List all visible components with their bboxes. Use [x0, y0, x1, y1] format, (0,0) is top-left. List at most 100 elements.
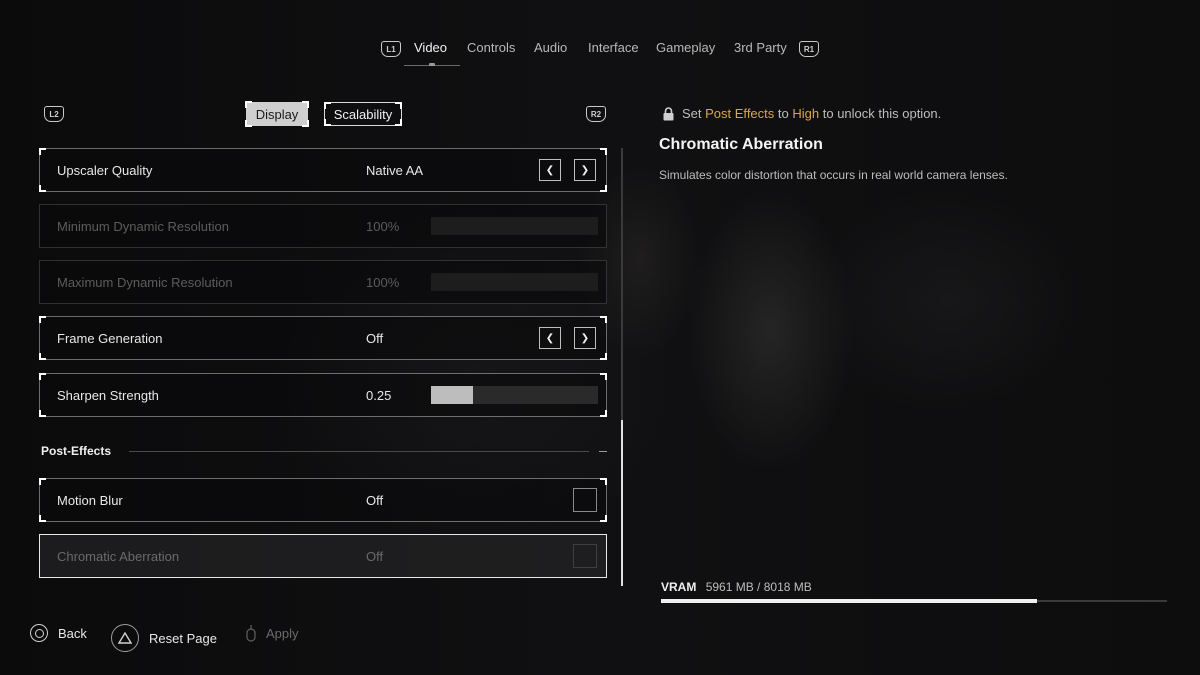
- apply-label: Apply: [266, 625, 299, 641]
- arrow-left-button[interactable]: ❮: [539, 159, 561, 181]
- lock-notice: Set Post Effects to High to unlock this …: [663, 106, 941, 121]
- touchpad-icon: [246, 625, 256, 642]
- setting-value: Off: [366, 549, 384, 564]
- tab-3rd-party[interactable]: 3rd Party: [734, 40, 787, 55]
- lock-text-suffix: to unlock this option.: [822, 106, 942, 121]
- lock-icon: [663, 106, 674, 120]
- corner-bracket: [324, 119, 331, 126]
- setting-row-chromatic-aberration[interactable]: Chromatic Aberration Off: [39, 534, 607, 578]
- reset-page-button[interactable]: Reset Page: [111, 624, 217, 652]
- lock-text-middle: to: [777, 106, 789, 121]
- checkbox[interactable]: [573, 488, 597, 512]
- vram-bar-fill: [661, 599, 1037, 603]
- setting-value: Native AA: [366, 163, 424, 178]
- setting-row-max-dynamic-resolution: Maximum Dynamic Resolution 100%: [39, 260, 607, 304]
- setting-label: Motion Blur: [57, 493, 123, 508]
- setting-label: Frame Generation: [57, 331, 163, 346]
- setting-label: Minimum Dynamic Resolution: [57, 219, 229, 234]
- vram-value: 5961 MB / 8018 MB: [705, 580, 812, 594]
- slider-track[interactable]: [431, 386, 598, 404]
- corner-bracket: [39, 353, 46, 360]
- back-button[interactable]: Back: [30, 624, 87, 642]
- checkbox[interactable]: [573, 544, 597, 568]
- slider-track: [431, 217, 598, 235]
- chevron-right-icon: ❯: [580, 164, 590, 176]
- top-nav: L1 Video Controls Audio Interface Gamepl…: [0, 36, 1200, 76]
- setting-value: 100%: [366, 219, 400, 234]
- corner-bracket: [245, 101, 252, 108]
- circle-button-icon: [30, 624, 48, 642]
- chevron-right-icon: ❯: [580, 332, 590, 344]
- corner-bracket: [324, 102, 331, 109]
- arrow-right-button[interactable]: ❯: [574, 159, 596, 181]
- l1-button-icon[interactable]: L1: [381, 41, 401, 57]
- vram-readout: VRAM 5961 MB / 8018 MB: [661, 580, 812, 594]
- corner-bracket: [600, 185, 607, 192]
- corner-bracket: [39, 373, 46, 380]
- setting-row-sharpen-strength[interactable]: Sharpen Strength 0.25: [39, 373, 607, 417]
- lock-text-prefix: Set: [682, 106, 702, 121]
- corner-bracket: [39, 410, 46, 417]
- triangle-button-icon: [111, 624, 139, 652]
- arrow-right-button[interactable]: ❯: [574, 327, 596, 349]
- r1-button-icon[interactable]: R1: [799, 41, 819, 57]
- corner-bracket: [600, 316, 607, 323]
- arrow-left-button[interactable]: ❮: [539, 327, 561, 349]
- corner-bracket: [302, 120, 309, 127]
- tab-interface[interactable]: Interface: [588, 40, 639, 55]
- setting-label: Sharpen Strength: [57, 388, 159, 403]
- active-tab-indicator: [404, 63, 460, 66]
- slider-track: [431, 273, 598, 291]
- settings-scrollbar[interactable]: [621, 148, 623, 586]
- corner-bracket: [395, 119, 402, 126]
- tab-gameplay[interactable]: Gameplay: [656, 40, 715, 55]
- tab-controls[interactable]: Controls: [467, 40, 515, 55]
- setting-row-motion-blur[interactable]: Motion Blur Off: [39, 478, 607, 522]
- corner-bracket: [600, 515, 607, 522]
- section-title-post-effects: Post-Effects: [41, 444, 112, 458]
- corner-bracket: [39, 478, 46, 485]
- info-description: Simulates color distortion that occurs i…: [659, 168, 1008, 182]
- info-title: Chromatic Aberration: [659, 136, 823, 153]
- section-divider: [129, 451, 589, 452]
- corner-bracket: [395, 102, 402, 109]
- subtab-scalability[interactable]: Scalability: [324, 102, 402, 126]
- corner-bracket: [302, 101, 309, 108]
- setting-value: 100%: [366, 275, 400, 290]
- corner-bracket: [39, 148, 46, 155]
- setting-row-upscaler-quality[interactable]: Upscaler Quality Native AA ❮ ❯: [39, 148, 607, 192]
- setting-value: Off: [366, 493, 384, 508]
- setting-value: 0.25: [366, 388, 392, 403]
- corner-bracket: [39, 316, 46, 323]
- setting-value: Off: [366, 331, 384, 346]
- setting-row-frame-generation[interactable]: Frame Generation Off ❮ ❯: [39, 316, 607, 360]
- tab-video[interactable]: Video: [414, 40, 447, 55]
- collapse-icon[interactable]: [599, 451, 607, 452]
- setting-label: Chromatic Aberration: [57, 549, 180, 564]
- setting-label: Maximum Dynamic Resolution: [57, 275, 233, 290]
- setting-row-min-dynamic-resolution: Minimum Dynamic Resolution 100%: [39, 204, 607, 248]
- corner-bracket: [39, 515, 46, 522]
- l2-button-icon[interactable]: L2: [44, 106, 64, 122]
- corner-bracket: [39, 185, 46, 192]
- corner-bracket: [245, 120, 252, 127]
- corner-bracket: [600, 353, 607, 360]
- corner-bracket: [600, 148, 607, 155]
- setting-label: Upscaler Quality: [57, 163, 153, 178]
- chevron-left-icon: ❮: [545, 164, 555, 176]
- slider-fill[interactable]: [431, 386, 473, 404]
- corner-bracket: [600, 410, 607, 417]
- corner-bracket: [600, 478, 607, 485]
- lock-required-level: High: [792, 106, 820, 121]
- back-label: Back: [58, 625, 87, 641]
- vram-bar: [661, 599, 1167, 603]
- apply-button[interactable]: Apply: [246, 624, 299, 642]
- r2-button-icon[interactable]: R2: [586, 106, 606, 122]
- lock-setting-name: Post Effects: [705, 106, 775, 121]
- corner-bracket: [600, 373, 607, 380]
- subtab-display[interactable]: Display: [245, 101, 309, 127]
- scrollbar-thumb[interactable]: [621, 420, 623, 586]
- vram-label: VRAM: [661, 580, 697, 594]
- chevron-left-icon: ❮: [545, 332, 555, 344]
- tab-audio[interactable]: Audio: [534, 40, 567, 55]
